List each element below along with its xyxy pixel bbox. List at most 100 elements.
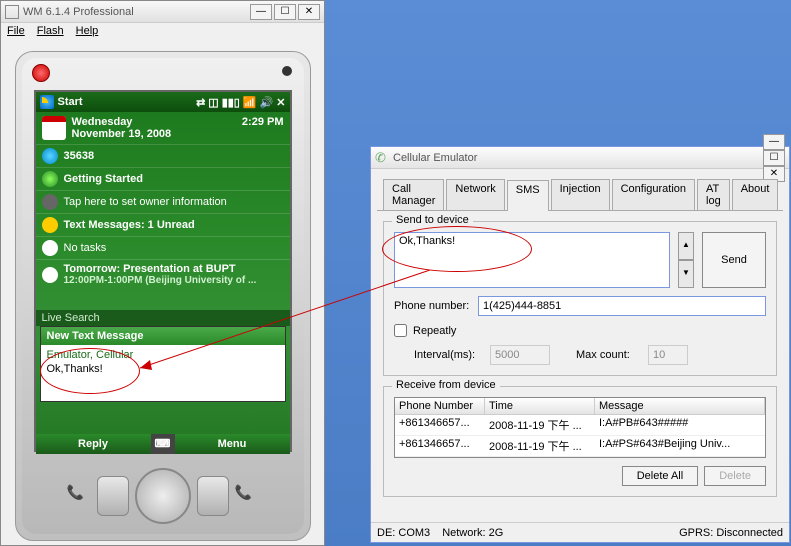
message-input[interactable] — [394, 232, 670, 288]
signal-icon: ▮▮▯ — [222, 96, 240, 109]
wm-titlebar[interactable]: WM 6.1.4 Professional — ☐ ✕ — [1, 1, 324, 23]
status-gprs: GPRS: Disconnected — [679, 527, 783, 539]
table-header: Phone Number Time Message — [395, 398, 765, 415]
today-item-tasks[interactable]: No tasks — [36, 236, 290, 259]
softkey-right[interactable]: Menu — [175, 434, 290, 454]
cellular-emulator-window: ✆ Cellular Emulator — ☐ ✕ Call Manager N… — [370, 146, 790, 543]
cellular-icon: 📶 — [243, 96, 257, 109]
emu-titlebar[interactable]: ✆ Cellular Emulator — ☐ ✕ — [371, 147, 789, 169]
col-message[interactable]: Message — [595, 398, 765, 414]
repeatly-label: Repeatly — [413, 325, 456, 337]
repeatly-checkbox[interactable] — [394, 324, 407, 337]
tab-call-manager[interactable]: Call Manager — [383, 179, 444, 210]
today-day: Wednesday — [72, 116, 242, 128]
live-search-bar[interactable]: Live Search — [36, 310, 290, 326]
col-phone[interactable]: Phone Number — [395, 398, 485, 414]
table-row[interactable]: +861346657... 2008-11-19 下午 ... I:A#PB#6… — [395, 415, 765, 436]
end-call-button[interactable] — [235, 484, 259, 508]
owner-icon — [42, 194, 58, 210]
status-network: Network: 2G — [442, 527, 503, 539]
tomorrow-title: Tomorrow: Presentation at BUPT — [64, 263, 284, 275]
maxcount-label: Max count: — [576, 349, 642, 361]
close-today-icon[interactable]: ✕ — [276, 96, 285, 109]
menu-flash[interactable]: Flash — [37, 25, 64, 39]
received-table[interactable]: Phone Number Time Message +861346657... … — [394, 397, 766, 458]
sms-popup-from: Emulator, Cellular — [41, 345, 285, 361]
menu-file[interactable]: File — [7, 25, 25, 39]
emu-minimize-button[interactable]: — — [763, 134, 785, 150]
hardware-buttons — [16, 464, 310, 528]
keyboard-icon[interactable]: ⌨ — [151, 434, 175, 454]
wifi-icon: ◫ — [208, 96, 218, 109]
today-item-getting-started[interactable]: Getting Started — [36, 167, 290, 190]
emu-tabs: Call Manager Network SMS Injection Confi… — [377, 173, 783, 211]
today-item-messages[interactable]: Text Messages: 1 Unread — [36, 213, 290, 236]
device-frame: Start ⇄ ◫ ▮▮▯ 📶 🔊 ✕ Wednesday November 1… — [15, 51, 311, 541]
col-time[interactable]: Time — [485, 398, 595, 414]
tasks-icon — [42, 240, 58, 256]
left-softkey-hw[interactable] — [97, 476, 129, 516]
emu-app-icon: ✆ — [375, 151, 389, 165]
today-item-calendar[interactable]: Tomorrow: Presentation at BUPT 12:00PM-1… — [36, 259, 290, 289]
softkey-bar: Reply ⌨ Menu — [36, 434, 290, 454]
menu-help[interactable]: Help — [76, 25, 99, 39]
power-button[interactable] — [32, 64, 50, 82]
softkey-left[interactable]: Reply — [36, 434, 151, 454]
calendar-icon — [42, 116, 66, 140]
today-taskbar[interactable]: Start ⇄ ◫ ▮▮▯ 📶 🔊 ✕ — [36, 92, 290, 112]
phone-number-label: Phone number: — [394, 300, 472, 312]
today-body: Wednesday November 19, 2008 2:29 PM 3563… — [36, 112, 290, 434]
sms-popup: New Text Message Emulator, Cellular Ok,T… — [40, 326, 286, 402]
volume-icon: 🔊 — [260, 96, 274, 109]
close-button[interactable]: ✕ — [298, 4, 320, 20]
recv-legend: Receive from device — [392, 379, 500, 391]
connectivity-icon: ⇄ — [196, 96, 205, 109]
delete-all-button[interactable]: Delete All — [622, 466, 698, 486]
scroll-up-icon[interactable]: ▲ — [678, 232, 694, 260]
tomorrow-sub: 12:00PM-1:00PM (Beijing University of ..… — [64, 275, 284, 286]
maximize-button[interactable]: ☐ — [274, 4, 296, 20]
table-row[interactable]: +861346657... 2008-11-19 下午 ... I:A#PS#6… — [395, 436, 765, 457]
device-screen: Start ⇄ ◫ ▮▮▯ 📶 🔊 ✕ Wednesday November 1… — [34, 90, 292, 452]
camera-icon — [282, 66, 292, 76]
emu-statusbar: DE: COM3 Network: 2G GPRS: Disconnected — [371, 522, 789, 542]
start-label[interactable]: Start — [58, 96, 197, 108]
emu-maximize-button[interactable]: ☐ — [763, 150, 785, 166]
send-to-device-group: Send to device ▲ ▼ Send Phone number: Re… — [383, 221, 777, 376]
wm-title: WM 6.1.4 Professional — [23, 6, 250, 18]
call-button[interactable] — [67, 484, 91, 508]
today-item-signal[interactable]: 35638 — [36, 144, 290, 167]
message-scrollbar[interactable]: ▲ ▼ — [678, 232, 694, 288]
signal-status-icon — [42, 148, 58, 164]
tab-configuration[interactable]: Configuration — [612, 179, 695, 210]
interval-label: Interval(ms): — [414, 349, 484, 361]
tab-sms[interactable]: SMS — [507, 180, 549, 211]
sms-popup-body: Ok,Thanks! — [41, 361, 285, 401]
send-button[interactable]: Send — [702, 232, 766, 288]
tab-network[interactable]: Network — [446, 179, 504, 210]
delete-button[interactable]: Delete — [704, 466, 766, 486]
status-de: DE: COM3 — [377, 527, 430, 539]
emu-title: Cellular Emulator — [393, 152, 763, 164]
maxcount-input — [648, 345, 688, 365]
today-item-owner[interactable]: Tap here to set owner information — [36, 190, 290, 213]
windows-flag-icon[interactable] — [40, 95, 54, 109]
phone-number-input[interactable] — [478, 296, 766, 316]
app-icon — [5, 5, 19, 19]
wm-menubar: File Flash Help — [1, 23, 324, 41]
right-softkey-hw[interactable] — [197, 476, 229, 516]
tab-at-log[interactable]: AT log — [697, 179, 730, 210]
interval-input — [490, 345, 550, 365]
sms-popup-header: New Text Message — [41, 327, 285, 345]
minimize-button[interactable]: — — [250, 4, 272, 20]
scroll-down-icon[interactable]: ▼ — [678, 260, 694, 288]
tab-about[interactable]: About — [732, 179, 779, 210]
today-date: November 19, 2008 — [72, 128, 242, 140]
tab-injection[interactable]: Injection — [551, 179, 610, 210]
today-time: 2:29 PM — [242, 116, 284, 128]
getting-started-icon — [42, 171, 58, 187]
today-date-row[interactable]: Wednesday November 19, 2008 2:29 PM — [36, 112, 290, 144]
status-icons[interactable]: ⇄ ◫ ▮▮▯ 📶 🔊 ✕ — [196, 96, 285, 109]
dpad[interactable] — [135, 468, 191, 524]
calendar-item-icon — [42, 267, 58, 283]
